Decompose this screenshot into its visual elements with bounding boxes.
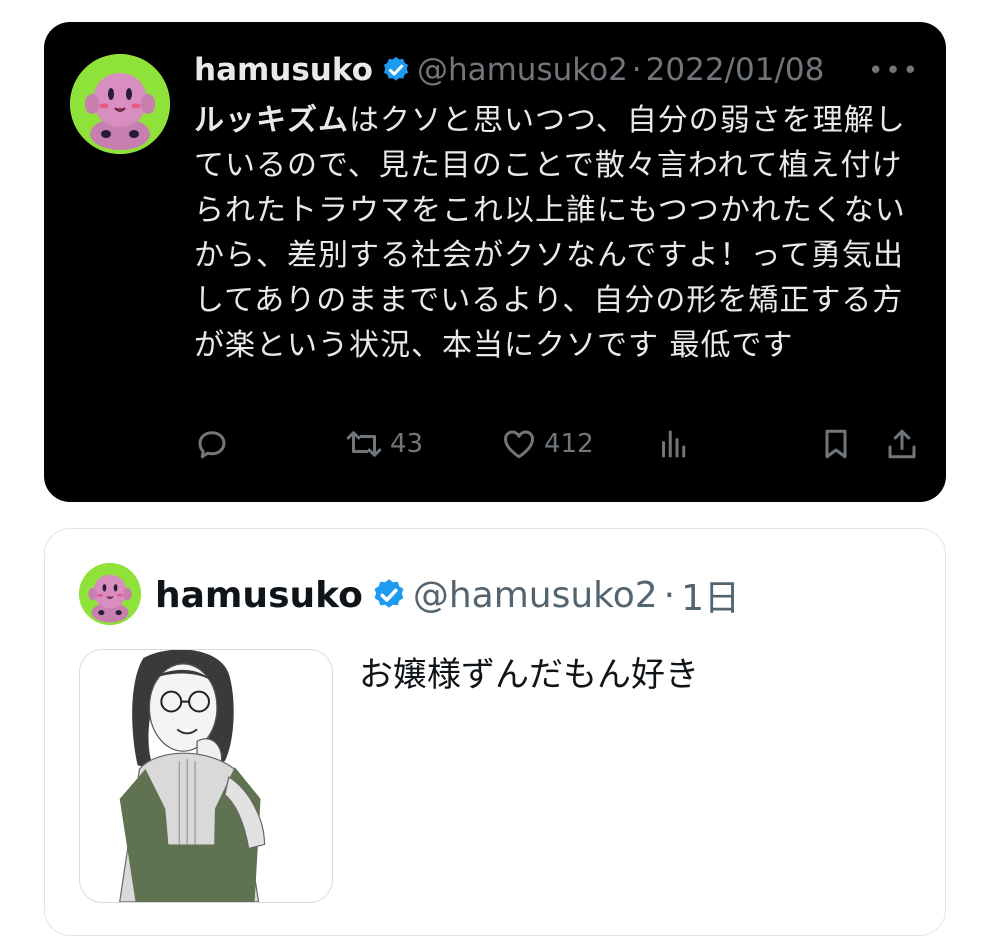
like-button[interactable]: 412 <box>500 420 594 468</box>
retweet-icon <box>344 426 384 462</box>
retweet-count: 43 <box>390 429 424 459</box>
views-icon <box>656 426 692 462</box>
display-name[interactable]: hamusuko <box>155 575 363 616</box>
main-tweet-card[interactable]: hamusuko @hamusuko2 · 2022/01/08 ••• ルッキ… <box>44 22 946 502</box>
quoted-tweet-text: お嬢様ずんだもん好き <box>359 655 699 695</box>
avatar[interactable] <box>70 54 170 154</box>
tweet-date[interactable]: 2022/01/08 <box>646 52 825 88</box>
bookmark-button[interactable] <box>818 420 854 468</box>
tweet-text-body: はクソと思いつつ、自分の弱さを理解しているので、見た目のことで散々言われて植え付… <box>194 103 906 363</box>
views-button[interactable] <box>656 420 692 468</box>
illustration-image <box>80 650 332 902</box>
display-name[interactable]: hamusuko <box>194 52 373 88</box>
like-count: 412 <box>544 429 594 459</box>
reply-icon <box>194 426 230 462</box>
verified-badge-icon <box>381 55 411 85</box>
handle[interactable]: @hamusuko2 <box>413 575 658 616</box>
bookmark-icon <box>818 426 854 462</box>
kirby-avatar-image <box>70 54 170 154</box>
action-bar: 43 412 <box>194 420 922 468</box>
tweet-text-bold: ルッキズム <box>194 103 349 138</box>
handle[interactable]: @hamusuko2 <box>417 52 628 88</box>
retweet-button[interactable]: 43 <box>344 420 423 468</box>
tweet-time[interactable]: 1日 <box>681 569 740 621</box>
kirby-avatar-image <box>79 563 141 625</box>
quoted-tweet-media[interactable] <box>79 649 333 903</box>
verified-badge-icon <box>371 577 407 613</box>
heart-icon <box>500 426 538 462</box>
quoted-tweet-header: hamusuko @hamusuko2 · 1日 <box>155 573 740 620</box>
tweet-text: ルッキズムはクソと思いつつ、自分の弱さを理解しているので、見た目のことで散々言わ… <box>194 98 924 368</box>
separator: · <box>631 52 642 88</box>
separator: · <box>663 574 676 616</box>
share-button[interactable] <box>884 420 920 468</box>
more-options-icon[interactable]: ••• <box>868 56 920 86</box>
avatar[interactable] <box>79 563 141 625</box>
quoted-tweet-card[interactable]: hamusuko @hamusuko2 · 1日 お嬢様ずんだもん好き <box>44 528 946 936</box>
tweet-header: hamusuko @hamusuko2 · 2022/01/08 <box>194 50 824 90</box>
share-icon <box>884 426 920 462</box>
reply-button[interactable] <box>194 420 230 468</box>
